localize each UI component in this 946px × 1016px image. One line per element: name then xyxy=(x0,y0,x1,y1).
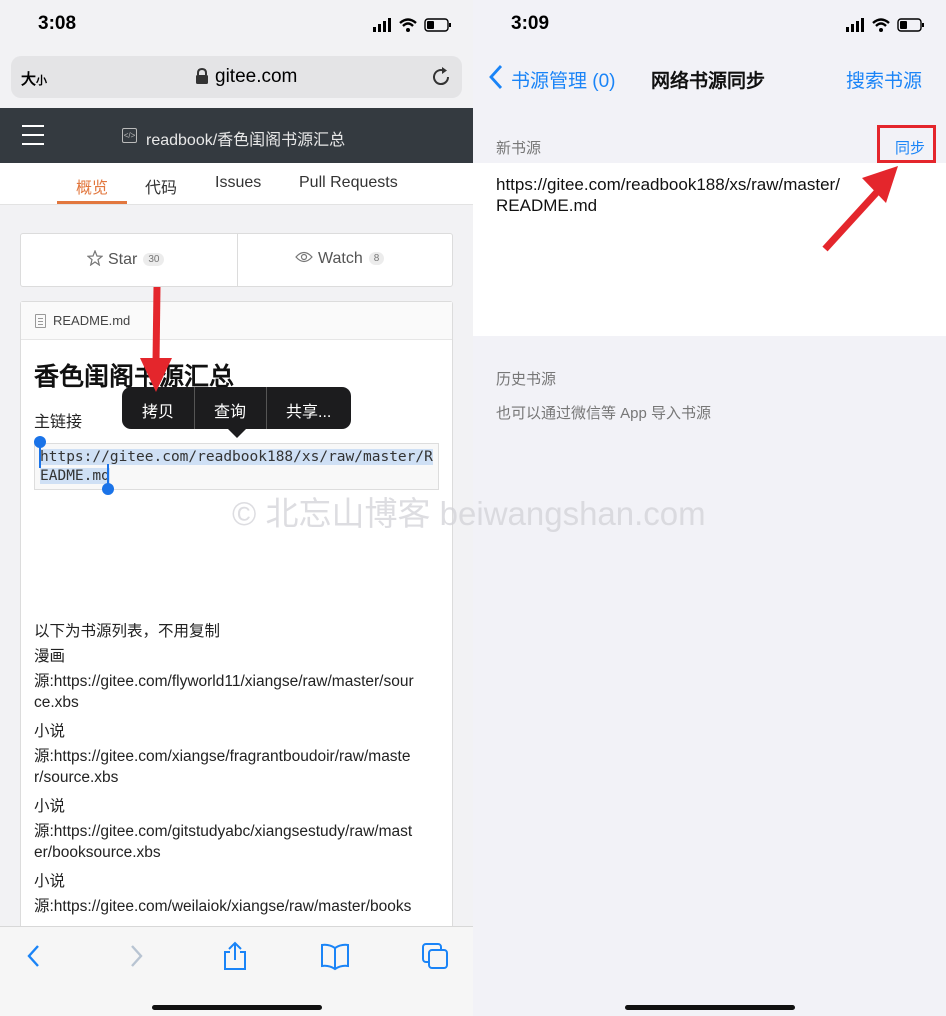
eye-icon xyxy=(295,251,313,263)
battery-icon xyxy=(897,18,924,32)
sync-button[interactable]: 同步 xyxy=(877,125,936,163)
tabs-icon[interactable] xyxy=(420,941,450,971)
readme-line: 小说 xyxy=(34,873,66,890)
menu-lookup[interactable]: 查询 xyxy=(214,398,246,422)
status-icons xyxy=(846,18,924,32)
code-line[interactable]: EADME.md xyxy=(40,468,110,484)
home-indicator[interactable] xyxy=(152,1005,322,1010)
readme-line: 漫画 xyxy=(34,648,66,665)
code-repo-icon: </> xyxy=(122,128,137,143)
readme-line[interactable]: er/booksource.xbs xyxy=(34,844,161,862)
forward-icon[interactable] xyxy=(120,941,150,971)
page-title: 网络书源同步 xyxy=(651,71,766,92)
code-block[interactable]: https://gitee.com/readbook188/xs/raw/mas… xyxy=(34,443,439,490)
sync-label[interactable]: 同步 xyxy=(895,137,925,158)
readme-filename: README.md xyxy=(53,313,131,328)
readme-line[interactable]: 源:https://gitee.com/weilaiok/xiangse/raw… xyxy=(34,894,411,916)
menu-icon[interactable] xyxy=(22,125,44,145)
back-button[interactable]: 书源管理 (0) xyxy=(511,66,616,93)
status-icons xyxy=(373,18,451,32)
star-count: 30 xyxy=(143,253,165,267)
readme-line[interactable]: 源:https://gitee.com/gitstudyabc/xiangses… xyxy=(34,819,412,841)
history-label: 历史书源 xyxy=(496,371,557,388)
menu-share[interactable]: 共享... xyxy=(286,398,331,422)
star-label: Star xyxy=(108,251,138,268)
tab-issues[interactable]: Issues xyxy=(215,174,261,192)
menu-copy[interactable]: 拷贝 xyxy=(142,398,174,422)
repo-title[interactable]: readbook/香色闺阁书源汇总 xyxy=(146,126,345,150)
readme-line[interactable]: 源:https://gitee.com/xiangse/fragrantboud… xyxy=(34,744,411,766)
bookmarks-icon[interactable] xyxy=(320,941,350,971)
url-domain[interactable]: gitee.com xyxy=(215,66,297,88)
readme-line: 小说 xyxy=(34,798,66,815)
home-indicator[interactable] xyxy=(625,1005,795,1010)
back-icon[interactable] xyxy=(20,941,50,971)
new-source-field[interactable]: https://gitee.com/readbook188/xs/raw/mas… xyxy=(473,163,946,336)
status-bar: 3:09 xyxy=(473,0,946,52)
back-chevron-icon[interactable] xyxy=(486,62,506,92)
text-size-button[interactable]: 大小 xyxy=(21,68,47,89)
wifi-icon xyxy=(399,18,417,32)
context-menu: 拷贝 查询 共享... xyxy=(122,387,351,438)
status-time: 3:09 xyxy=(511,13,550,34)
gitee-header: </> readbook/香色闺阁书源汇总 xyxy=(0,108,473,163)
signal-icon xyxy=(846,18,864,32)
readme-line: 以下为书源列表，不用复制 xyxy=(34,623,221,640)
selection-end-handle[interactable] xyxy=(102,483,114,495)
url-bar[interactable]: 大小 gitee.com xyxy=(11,56,462,98)
status-time: 3:08 xyxy=(38,13,77,34)
signal-icon xyxy=(373,18,391,32)
wifi-icon xyxy=(872,18,890,32)
watch-count: 8 xyxy=(368,252,385,266)
active-tab-indicator xyxy=(57,201,127,204)
share-icon[interactable] xyxy=(220,941,250,971)
navigation-bar: 书源管理 (0) 网络书源同步 搜索书源 xyxy=(473,52,946,104)
source-url-line[interactable]: https://gitee.com/readbook188/xs/raw/mas… xyxy=(496,175,840,195)
divider xyxy=(237,234,238,286)
menu-separator xyxy=(194,387,195,429)
selection-start-bar xyxy=(39,444,41,468)
readme-line[interactable]: ce.xbs xyxy=(34,694,79,712)
new-source-label: 新书源 xyxy=(496,140,542,157)
tab-code[interactable]: 代码 xyxy=(145,174,177,198)
repo-tabs: 概览 代码 Issues Pull Requests xyxy=(0,163,473,205)
tab-overview[interactable]: 概览 xyxy=(76,174,108,198)
reload-icon[interactable] xyxy=(430,66,452,88)
code-line[interactable]: https://gitee.com/readbook188/xs/raw/mas… xyxy=(40,449,433,465)
star-icon xyxy=(86,249,104,267)
history-note: 也可以通过微信等 App 导入书源 xyxy=(496,405,712,422)
readme-line[interactable]: 源:https://gitee.com/flyworld11/xiangse/r… xyxy=(34,669,414,691)
safari-toolbar xyxy=(0,926,473,1016)
battery-icon xyxy=(424,18,451,32)
star-watch-bar: Star 30 Watch 8 xyxy=(20,233,453,287)
menu-separator xyxy=(266,387,267,429)
watch-button[interactable]: Watch 8 xyxy=(295,250,385,268)
readme-line[interactable]: r/source.xbs xyxy=(34,769,118,787)
file-icon xyxy=(35,314,46,328)
watermark: © 北忘山博客 beiwangshan.com xyxy=(232,495,706,532)
menu-pointer xyxy=(227,428,247,438)
star-button[interactable]: Star 30 xyxy=(86,249,165,269)
watch-label: Watch xyxy=(318,250,363,267)
readme-line: 小说 xyxy=(34,723,66,740)
readme-subtitle: 主链接 xyxy=(34,414,83,431)
tab-pull-requests[interactable]: Pull Requests xyxy=(299,174,398,192)
readme-header: README.md xyxy=(21,302,452,340)
source-url-line[interactable]: README.md xyxy=(496,196,597,216)
status-bar: 3:08 xyxy=(0,0,473,52)
lock-icon xyxy=(196,68,208,84)
search-sources-button[interactable]: 搜索书源 xyxy=(846,66,922,93)
